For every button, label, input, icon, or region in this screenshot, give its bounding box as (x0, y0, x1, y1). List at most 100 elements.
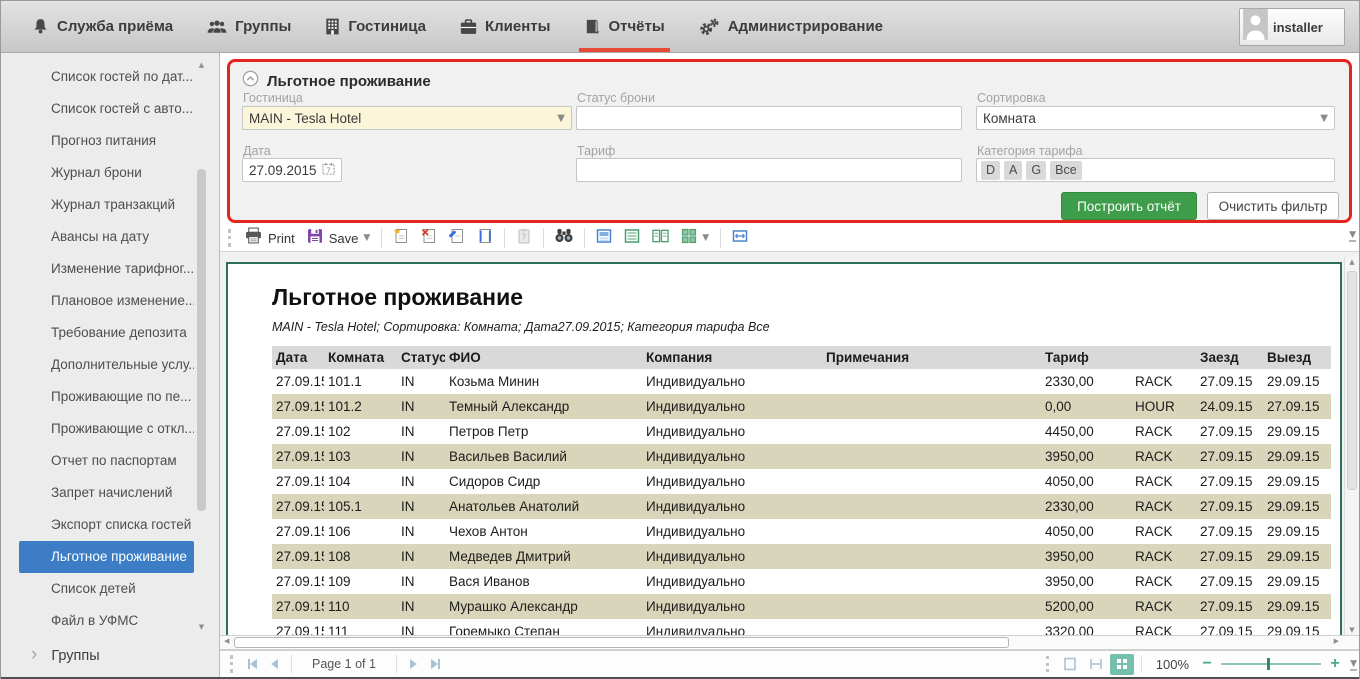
sidebar-item-6[interactable]: Изменение тарифног... (19, 253, 194, 285)
next-page-button[interactable] (403, 654, 424, 674)
sidebar-item-0[interactable]: Список гостей по дат... (19, 61, 194, 93)
book-icon (584, 18, 600, 35)
report-horizontal-scrollbar[interactable]: ◀ ▶ (220, 635, 1359, 650)
statusbar-overflow-icon[interactable]: ▼ (1350, 659, 1357, 671)
top-nav: Служба приёмаГруппыГостиницаКлиенты Отчёт… (1, 1, 1359, 53)
scroll-right-icon[interactable]: ▶ (1334, 637, 1339, 645)
sidebar-item-3[interactable]: Журнал брони (19, 157, 194, 189)
page-setup-button[interactable] (471, 226, 499, 250)
zoom-slider[interactable] (1221, 657, 1321, 671)
sidebar-item-17[interactable]: Файл в УФМС (19, 605, 194, 637)
table-cell: 103 (324, 444, 397, 469)
sidebar-item-4[interactable]: Журнал транзакций (19, 189, 194, 221)
date-input[interactable]: 27.09.2015 7 (242, 158, 342, 182)
sidebar-item-16[interactable]: Список детей (19, 573, 194, 605)
table-cell: 27.09.15 (1196, 569, 1263, 594)
nav-tab-label: Отчёты (608, 18, 664, 35)
scroll-up-icon[interactable]: ▲ (195, 61, 208, 69)
sidebar-item-15[interactable]: Льготное проживание (19, 541, 194, 573)
tariff-category-chip-3[interactable]: Все (1050, 161, 1082, 180)
report-toolbar: Print Save ▼ ? ▼ (220, 225, 1359, 252)
tariff-category-field[interactable]: DAGВсе (976, 158, 1335, 182)
sidebar-scrollbar[interactable]: ▲ ▼ (195, 61, 208, 631)
nav-tab-4[interactable]: Отчёты (567, 1, 681, 52)
copy-button-disabled[interactable]: ? (510, 226, 538, 250)
print-button[interactable]: Print (239, 226, 301, 250)
svg-text:?: ? (522, 232, 526, 241)
scrollbar-thumb[interactable] (197, 169, 206, 511)
zoom-in-button[interactable]: + (1327, 655, 1343, 673)
table-row: 27.09.15101.2INТемный АлександрИндивидуа… (272, 394, 1331, 419)
sidebar-group-groups[interactable]: › Группы (1, 641, 194, 671)
sidebar-item-5[interactable]: Авансы на дату (19, 221, 194, 253)
new-page-button[interactable] (387, 226, 415, 250)
build-report-button[interactable]: Построить отчёт (1061, 192, 1197, 220)
sidebar-item-13[interactable]: Запрет начислений (19, 477, 194, 509)
clear-filter-button[interactable]: Очистить фильтр (1207, 192, 1339, 220)
hotel-select[interactable]: MAIN - Tesla Hotel ▼ (242, 106, 572, 130)
collapse-panel-icon[interactable] (242, 70, 259, 92)
view-facing-button[interactable] (646, 226, 675, 250)
delete-page-button[interactable] (415, 226, 443, 250)
scrollbar-thumb[interactable] (234, 637, 1009, 648)
scroll-down-icon[interactable]: ▼ (1345, 626, 1359, 634)
save-button[interactable]: Save ▼ (301, 226, 377, 250)
zoom-out-button[interactable]: − (1199, 655, 1215, 673)
table-cell: Индивидуально (642, 419, 822, 444)
toolbar-separator (543, 228, 544, 248)
sidebar-item-14[interactable]: Экспорт списка гостей (19, 509, 194, 541)
sidebar-item-12[interactable]: Отчет по паспортам (19, 445, 194, 477)
zoom-drag-handle[interactable] (1046, 656, 1049, 672)
zoom-grid-mode-button[interactable] (1110, 654, 1134, 675)
table-cell (822, 519, 1041, 544)
sort-select[interactable]: Комната ▼ (976, 106, 1335, 130)
table-cell: 27.09.15 (1196, 594, 1263, 619)
edit-page-button[interactable] (443, 226, 471, 250)
nav-tab-3[interactable]: Клиенты (443, 1, 567, 52)
zoom-fit-width-button[interactable] (1084, 654, 1108, 675)
sidebar-item-11[interactable]: Проживающие с откл... (19, 413, 194, 445)
table-cell: RACK (1131, 469, 1196, 494)
scroll-left-icon[interactable]: ◀ (224, 637, 229, 645)
previous-page-button[interactable] (264, 654, 285, 674)
view-single-page-button[interactable] (590, 226, 618, 250)
table-cell: RACK (1131, 369, 1196, 394)
toolbar-drag-handle[interactable] (228, 229, 231, 247)
table-cell: IN (397, 544, 445, 569)
find-button[interactable] (549, 226, 579, 250)
sidebar-item-2[interactable]: Прогноз питания (19, 125, 194, 157)
calendar-icon[interactable]: 7 (322, 162, 335, 178)
view-multiple-pages-button[interactable]: ▼ (675, 226, 715, 250)
toolbar-separator (584, 228, 585, 248)
nav-tab-5[interactable]: Администрирование (682, 1, 900, 52)
user-menu[interactable]: installer (1239, 8, 1345, 46)
tariff-category-chip-1[interactable]: A (1004, 161, 1022, 180)
table-cell: Козьма Минин (445, 369, 642, 394)
first-page-button[interactable] (241, 654, 264, 674)
zoom-page-mode-button[interactable] (1058, 654, 1082, 675)
booking-status-input[interactable] (576, 106, 962, 130)
table-cell: RACK (1131, 544, 1196, 569)
sidebar-item-1[interactable]: Список гостей с авто... (19, 93, 194, 125)
scroll-up-icon[interactable]: ▲ (1345, 258, 1359, 266)
toolbar-overflow-icon[interactable]: ▼ (1349, 230, 1356, 242)
zoom-slider-handle[interactable] (1267, 658, 1270, 670)
sidebar-item-10[interactable]: Проживающие по пе... (19, 381, 194, 413)
last-page-button[interactable] (424, 654, 447, 674)
sidebar-item-8[interactable]: Требование депозита (19, 317, 194, 349)
view-continuous-button[interactable] (618, 226, 646, 250)
pager-drag-handle[interactable] (230, 655, 233, 673)
sidebar-item-9[interactable]: Дополнительные услу... (19, 349, 194, 381)
tariff-category-chip-2[interactable]: G (1026, 161, 1046, 180)
nav-tab-1[interactable]: Группы (190, 1, 308, 52)
scrollbar-thumb[interactable] (1347, 271, 1357, 490)
report-page: Льготное проживание MAIN - Tesla Hotel; … (226, 262, 1342, 635)
nav-tab-2[interactable]: Гостиница (308, 1, 443, 52)
tariff-category-chip-0[interactable]: D (981, 161, 1000, 180)
tariff-input[interactable] (576, 158, 962, 182)
nav-tab-0[interactable]: Служба приёма (15, 1, 190, 52)
report-vertical-scrollbar[interactable]: ▲ ▼ (1344, 257, 1359, 635)
fit-width-button[interactable] (726, 226, 754, 250)
scroll-down-icon[interactable]: ▼ (195, 623, 208, 631)
sidebar-item-7[interactable]: Плановое изменение... (19, 285, 194, 317)
